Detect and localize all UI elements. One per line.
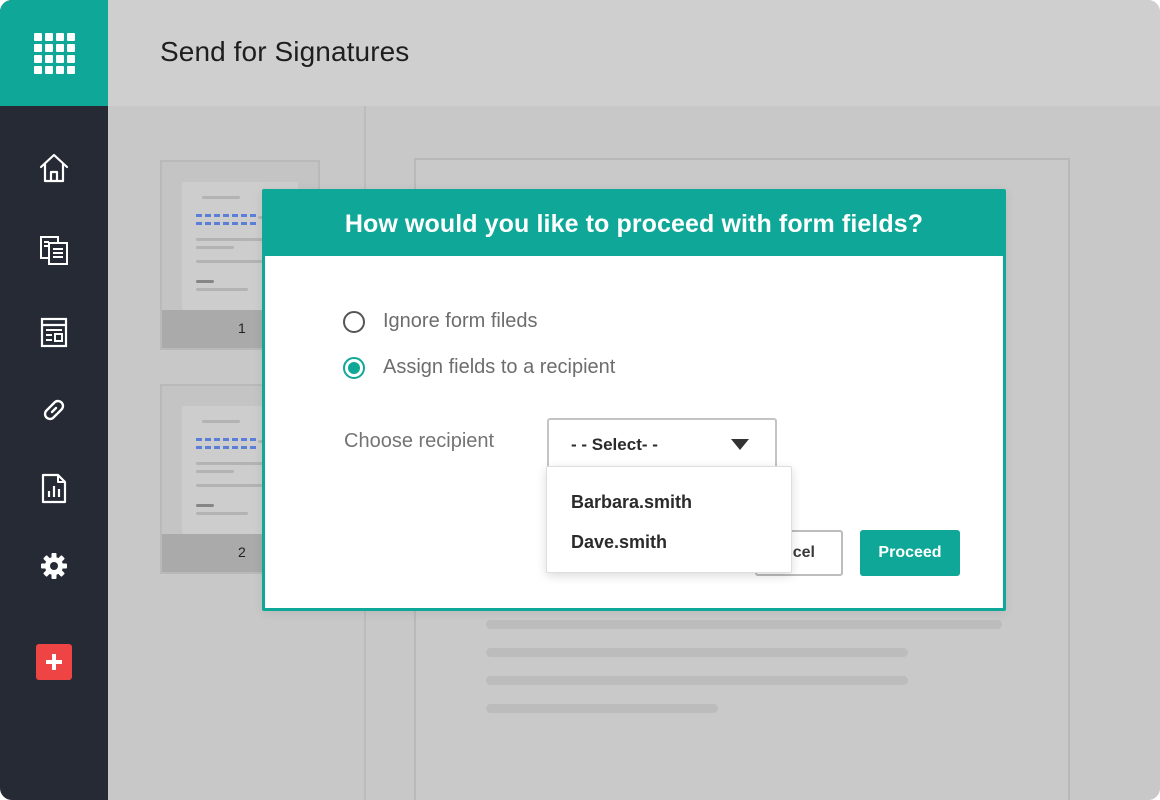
option-label: Assign fields to a recipient	[383, 356, 616, 378]
templates-icon	[40, 317, 68, 348]
proceed-button[interactable]: Proceed	[860, 530, 960, 576]
documents-icon	[40, 236, 68, 265]
home-icon	[39, 153, 69, 183]
page-number: 2	[238, 544, 246, 560]
app-window: Send for Signatures 1 2 How would you li…	[0, 0, 1160, 800]
chevron-down-icon	[731, 439, 749, 450]
sidebar	[0, 0, 108, 800]
radio-ignore[interactable]	[343, 310, 365, 333]
option-ignore-form-fields[interactable]: Ignore form fileds	[343, 310, 538, 333]
dropdown-option-dave[interactable]: Dave.smith	[571, 532, 667, 553]
apps-grid-button[interactable]	[0, 0, 108, 106]
sidebar-item-reports[interactable]	[0, 460, 108, 516]
plus-icon	[46, 654, 62, 670]
option-assign-fields[interactable]: Assign fields to a recipient	[343, 356, 615, 379]
dialog-title: How would you like to proceed with form …	[344, 209, 924, 238]
recipient-select[interactable]: - - Select- -	[547, 418, 777, 470]
reports-icon	[41, 473, 67, 504]
sidebar-item-settings[interactable]	[0, 538, 108, 594]
sidebar-item-templates[interactable]	[0, 304, 108, 360]
select-value: - - Select- -	[571, 435, 658, 454]
link-icon	[43, 399, 65, 421]
recipient-dropdown-list: Barbara.smith Dave.smith	[546, 466, 792, 573]
sidebar-item-home[interactable]	[0, 140, 108, 196]
gear-icon	[41, 553, 67, 579]
dialog-header: How would you like to proceed with form …	[265, 192, 1003, 256]
sidebar-item-documents[interactable]	[0, 222, 108, 278]
sidebar-item-links[interactable]	[0, 382, 108, 438]
choose-recipient-label: Choose recipient	[344, 430, 495, 452]
dropdown-option-barbara[interactable]: Barbara.smith	[571, 492, 692, 513]
page-number: 1	[238, 320, 246, 336]
apps-grid-icon	[33, 32, 75, 74]
page-header: Send for Signatures	[108, 0, 1160, 106]
page-title: Send for Signatures	[160, 36, 410, 67]
option-label: Ignore form fileds	[383, 310, 538, 332]
radio-assign[interactable]	[343, 356, 365, 379]
add-button[interactable]	[36, 644, 72, 680]
